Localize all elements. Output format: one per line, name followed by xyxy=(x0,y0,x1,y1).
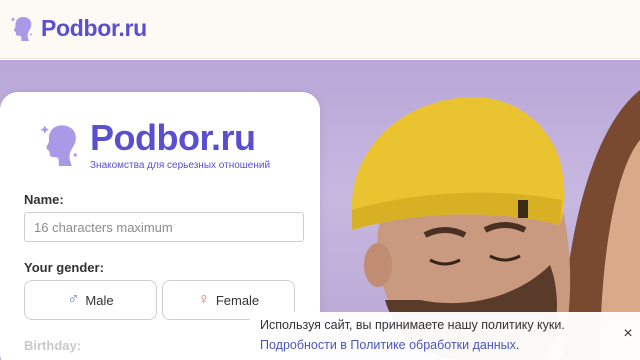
top-bar: Podbor.ru xyxy=(0,0,640,59)
card-logo: Podbor.ru Знакомства для серьезных отнош… xyxy=(38,120,270,172)
header-brand[interactable]: Podbor.ru xyxy=(9,14,147,42)
header-brand-text: Podbor.ru xyxy=(41,14,147,41)
card-brand-text: Podbor.ru xyxy=(90,117,256,158)
birthday-label: Birthday: xyxy=(24,338,82,353)
cookie-details: Подробности в Политике обработки данных. xyxy=(260,338,519,352)
cookie-banner: Используя сайт, вы принимаете нашу полит… xyxy=(250,312,640,360)
woman-silhouette-icon xyxy=(10,17,33,41)
gender-label: Your gender: xyxy=(24,260,104,275)
cookie-text: Используя сайт, вы принимаете нашу полит… xyxy=(260,318,565,332)
cookie-policy-link[interactable]: Подробности в Политике обработки данных xyxy=(260,338,516,352)
name-label: Name: xyxy=(24,192,64,207)
name-input[interactable] xyxy=(24,212,304,242)
male-symbol-icon: ♂ xyxy=(67,291,80,308)
card-tagline: Знакомства для серьезных отношений xyxy=(90,160,271,171)
gender-male-label: Male xyxy=(85,292,114,308)
woman-silhouette-icon xyxy=(40,125,78,166)
close-icon[interactable]: × xyxy=(620,326,636,342)
cookie-link-suffix: . xyxy=(515,338,520,352)
gender-male-button[interactable]: ♂ Male xyxy=(24,280,157,320)
female-symbol-icon: ♀ xyxy=(197,291,210,308)
gender-female-label: Female xyxy=(215,292,260,308)
